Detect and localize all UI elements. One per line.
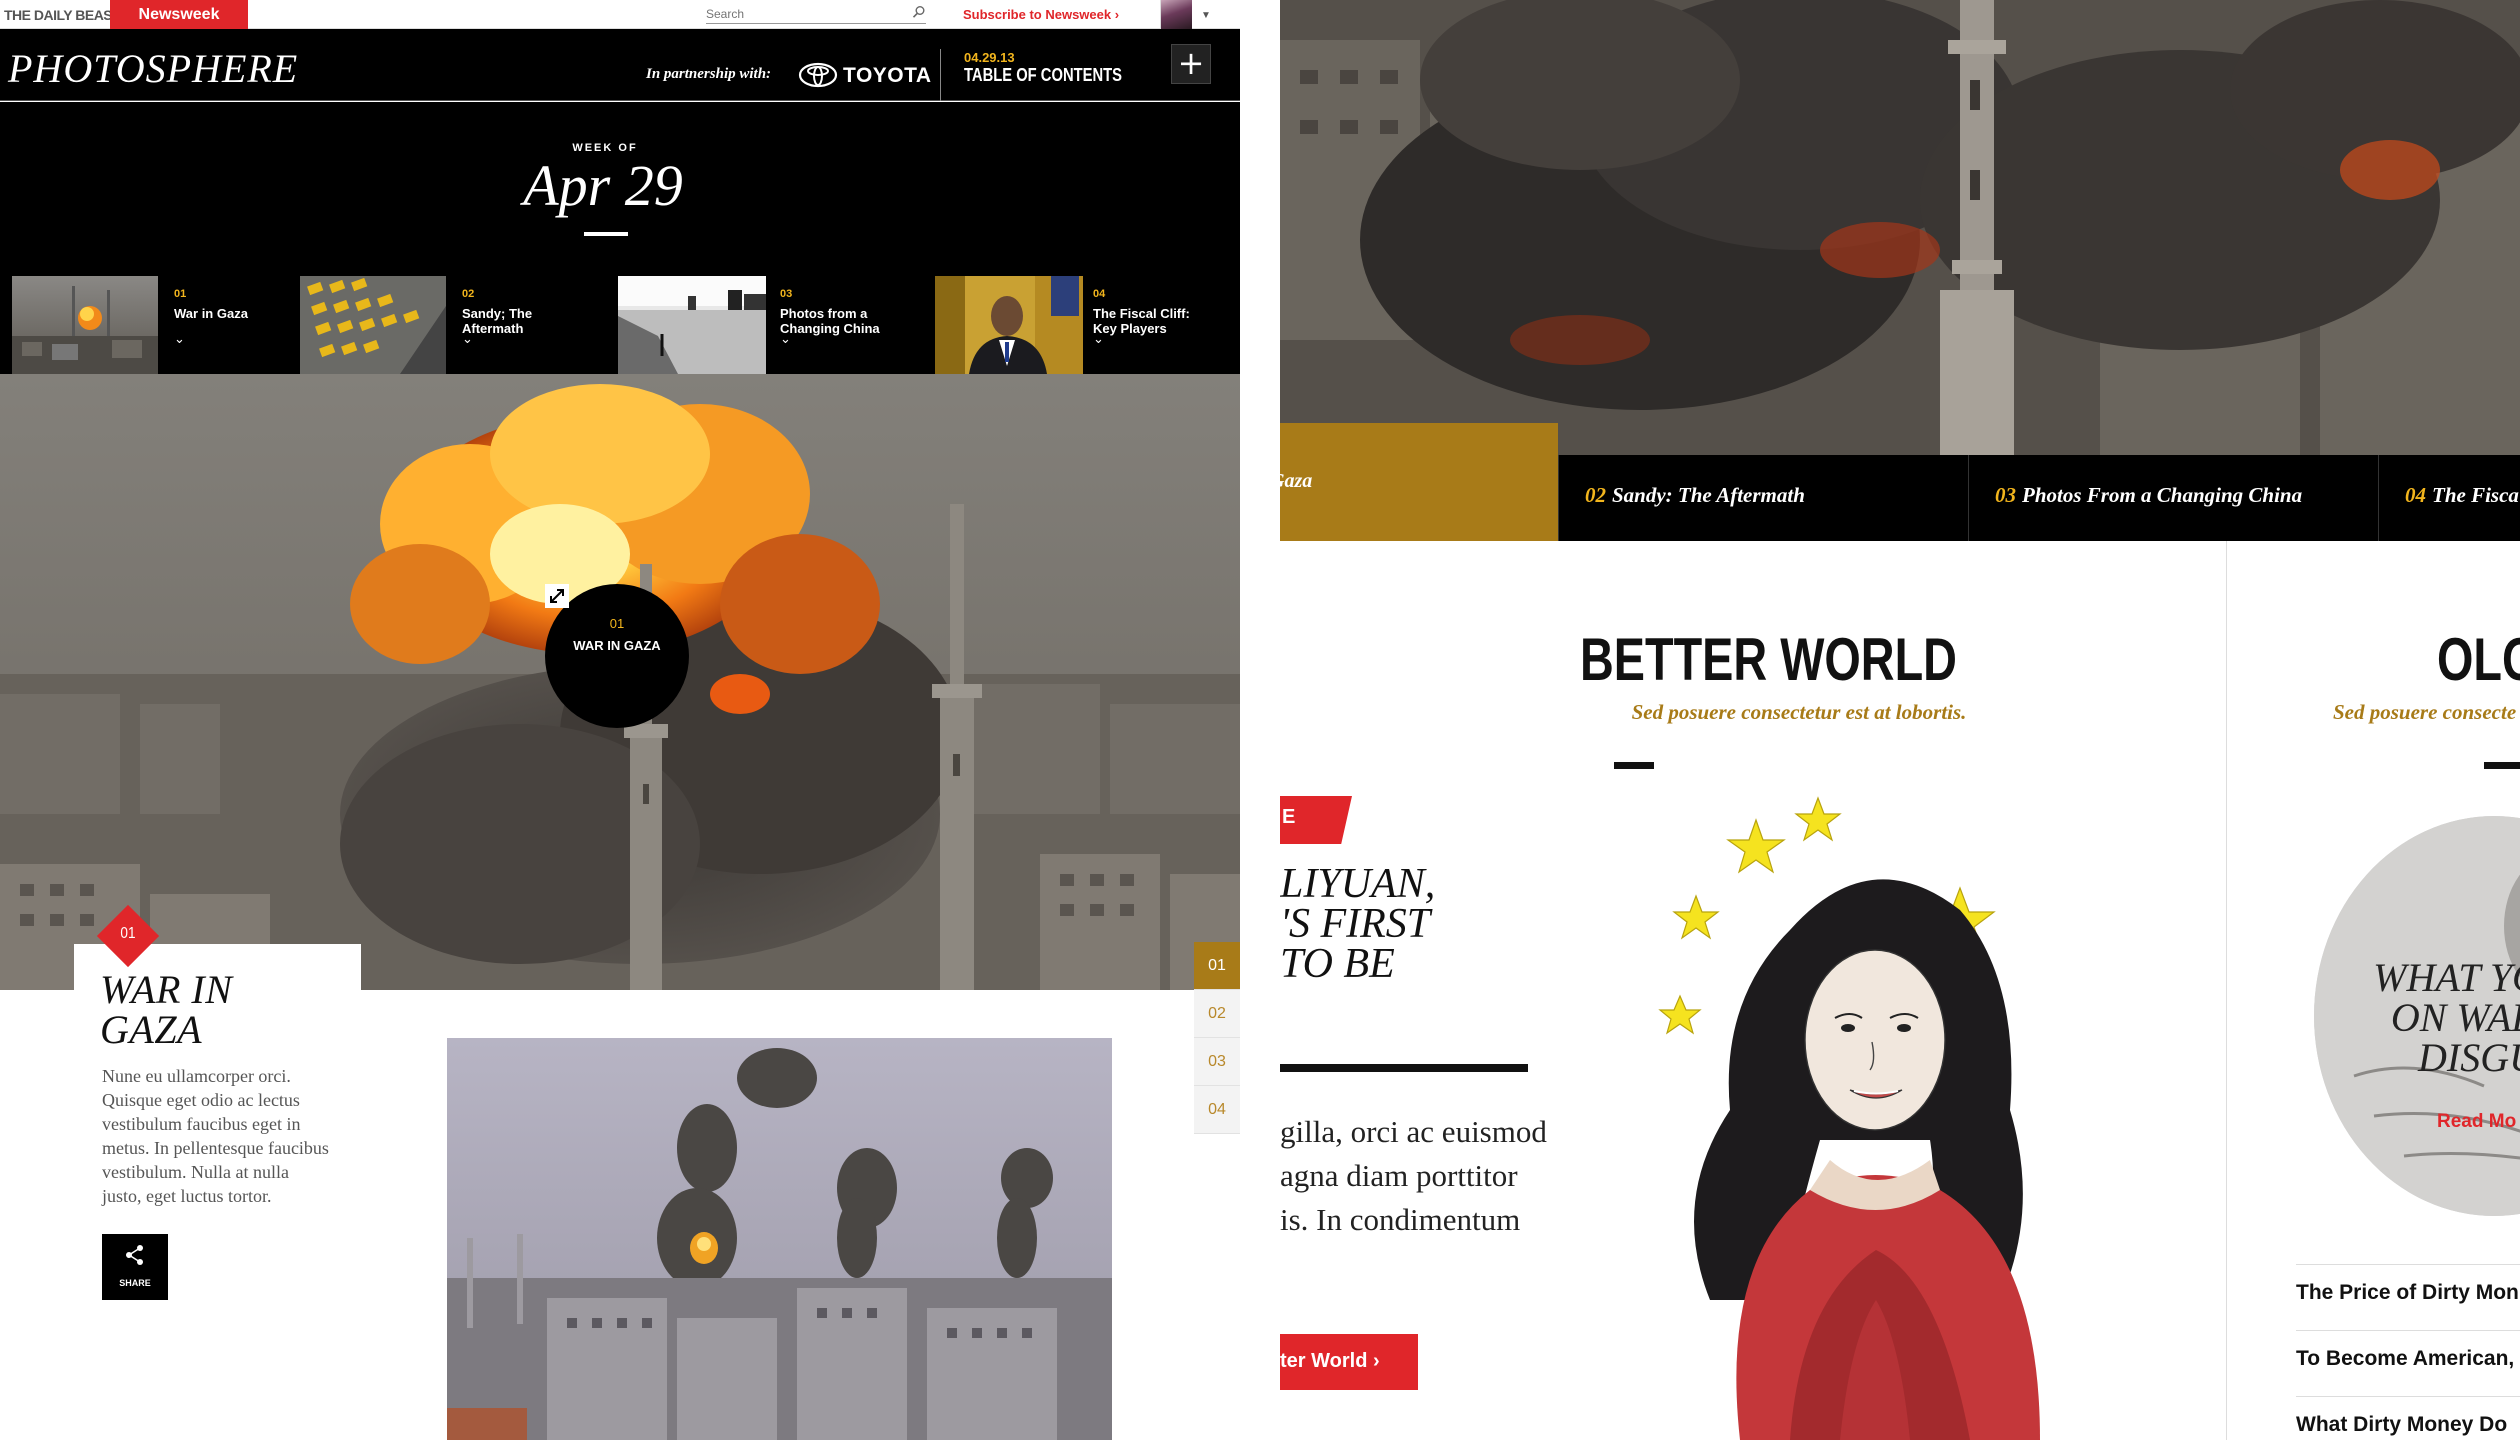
feature-divider: [1280, 1064, 1528, 1072]
tab-active-label: Gaza: [1280, 470, 1313, 492]
strip-number: 02: [462, 288, 475, 300]
strip-thumbnail: [618, 276, 766, 374]
partnership-label: In partnership with:: [646, 66, 772, 82]
week-section: WEEK OF Apr 29: [0, 102, 1240, 274]
header-divider: [940, 49, 941, 101]
chevron-down-icon[interactable]: ⌄: [1093, 332, 1104, 347]
strip-number: 01: [174, 288, 187, 300]
column2-headline[interactable]: WHAT YOU'R ON WALL S DISGUS: [2278, 958, 2520, 1078]
strip-title: Sandy; The Aftermath: [462, 306, 533, 336]
smoke-city-image: [1280, 0, 2520, 455]
column2-subtitle: Sed posuere consecte: [2333, 700, 2517, 724]
strip-title: The Fiscal Cliff: Key Players: [1093, 306, 1190, 336]
hero-photo[interactable]: 01 WAR IN GAZA: [0, 374, 1240, 990]
pager-item-01[interactable]: 01: [1194, 942, 1240, 990]
strip-item-war-in-gaza[interactable]: 01 War in Gaza ⌄: [12, 276, 282, 374]
tab-number: 04: [2405, 483, 2426, 507]
toc-date: 04.29.13: [964, 50, 1015, 65]
section-title: BETTER WORLD: [1580, 626, 1957, 693]
story-title: WAR IN GAZA: [100, 967, 233, 1052]
column-divider: [2226, 541, 2227, 1440]
column2-divider: [2484, 762, 2520, 769]
section-divider: [1614, 762, 1654, 769]
better-world-button[interactable]: ter World ›: [1280, 1334, 1418, 1390]
tab-changing-china[interactable]: 03 Photos From a Changing China: [1968, 455, 2378, 541]
share-icon: [126, 1245, 143, 1265]
tab-label: The Fisca: [2432, 483, 2519, 507]
related-link[interactable]: To Become American,: [2296, 1330, 2520, 1396]
hero-badge-title: WAR IN GAZA: [573, 638, 661, 653]
related-link[interactable]: What Dirty Money Do: [2296, 1396, 2520, 1440]
pager-item-02[interactable]: 02: [1194, 990, 1240, 1038]
tab-fiscal-cliff[interactable]: 04 The Fisca: [2378, 455, 2520, 541]
strip-number: 03: [780, 288, 793, 300]
pager-item-03[interactable]: 03: [1194, 1038, 1240, 1086]
photosphere-page-left: THE DAILY BEAST Newsweek Subscribe to Ne…: [0, 0, 1240, 1440]
search-icon[interactable]: [912, 5, 926, 19]
strip-title: Photos from a Changing China: [780, 306, 880, 336]
toyota-wordmark: TOYOTA: [843, 64, 932, 87]
expand-icon[interactable]: [545, 584, 569, 608]
strip-item-changing-china[interactable]: 03 Photos from a Changing China ⌄: [618, 276, 918, 374]
site-topbar: THE DAILY BEAST Newsweek Subscribe to Ne…: [0, 0, 1240, 29]
strip-thumbnail: [12, 276, 158, 374]
story-body: Nune eu ullamcorper orci. Quisque eget o…: [102, 1066, 329, 1206]
page-title[interactable]: PHOTOSPHERE: [8, 45, 298, 92]
portrait-illustration[interactable]: [1640, 780, 2200, 1440]
chevron-down-icon[interactable]: ⌄: [780, 332, 791, 347]
search-input[interactable]: [706, 5, 926, 24]
strip-number: 04: [1093, 288, 1106, 300]
photosphere-page-right: Gaza 02Sandy: The Aftermath 03Photos Fro…: [1280, 0, 2520, 1440]
tab-sandy[interactable]: 02 Sandy: The Aftermath: [1558, 455, 1968, 541]
strip-item-fiscal-cliff[interactable]: 04 The Fiscal Cliff: Key Players ⌄: [935, 276, 1235, 374]
secondary-photo[interactable]: [447, 1038, 1112, 1440]
gaza-skyline-image: [447, 1038, 1112, 1440]
avatar[interactable]: [1160, 0, 1192, 29]
hero-badge[interactable]: 01 WAR IN GAZA: [545, 584, 689, 728]
week-divider: [584, 232, 628, 236]
table-of-contents-link[interactable]: TABLE OF CONTENTS: [964, 65, 1122, 86]
strip-thumbnail: [300, 276, 446, 374]
feature-title[interactable]: LIYUAN, 'S FIRST TO BE: [1280, 863, 1580, 985]
plus-button[interactable]: +: [1171, 44, 1211, 84]
dailybeast-logo[interactable]: THE DAILY BEAST: [4, 7, 121, 23]
right-hero-photo[interactable]: [1280, 0, 2520, 455]
share-label: SHARE: [119, 1278, 151, 1288]
strip-item-sandy[interactable]: 02 Sandy; The Aftermath ⌄: [300, 276, 600, 374]
tab-number: 03: [1995, 483, 2016, 507]
column2-title: OLO: [2437, 626, 2520, 693]
chevron-down-icon[interactable]: ▼: [1201, 10, 1211, 21]
better-world-button-label: ter World ›: [1280, 1350, 1380, 1372]
pager-item-04[interactable]: 04: [1194, 1086, 1240, 1134]
subscribe-link[interactable]: Subscribe to Newsweek ›: [963, 7, 1119, 22]
feature-body: gilla, orci ac euismod agna diam porttit…: [1280, 1114, 1547, 1237]
strip-thumbnail: [935, 276, 1083, 374]
hero-badge-number: 01: [609, 616, 625, 631]
section-subtitle: Sed posuere consectetur est at lobortis.: [1631, 700, 1967, 724]
chevron-down-icon[interactable]: ⌄: [462, 332, 473, 347]
tab-war-in-gaza[interactable]: [1280, 423, 1558, 541]
read-more-link[interactable]: Read Mo: [2437, 1111, 2516, 1133]
related-link[interactable]: The Price of Dirty Mon: [2296, 1264, 2520, 1330]
story-pager: 01 02 03 04: [1194, 942, 1240, 1134]
share-button[interactable]: SHARE: [102, 1234, 168, 1300]
tab-number: 02: [1585, 483, 1606, 507]
tab-label: Sandy: The Aftermath: [1612, 483, 1805, 507]
toyota-logo-icon: [798, 62, 838, 88]
category-tag-label: E: [1282, 806, 1296, 828]
story-number: 01: [120, 925, 136, 942]
tab-label: Photos From a Changing China: [2022, 483, 2303, 507]
story-strip: 01 War in Gaza ⌄ 02 Sandy; The Aftermath…: [0, 274, 1240, 374]
photosphere-header: PHOTOSPHERE In partnership with: TOYOTA …: [0, 29, 1240, 101]
strip-title: War in Gaza: [174, 306, 248, 321]
week-date: Apr 29: [523, 153, 683, 218]
chevron-down-icon[interactable]: ⌄: [174, 332, 185, 347]
newsweek-logo[interactable]: Newsweek: [110, 0, 248, 29]
